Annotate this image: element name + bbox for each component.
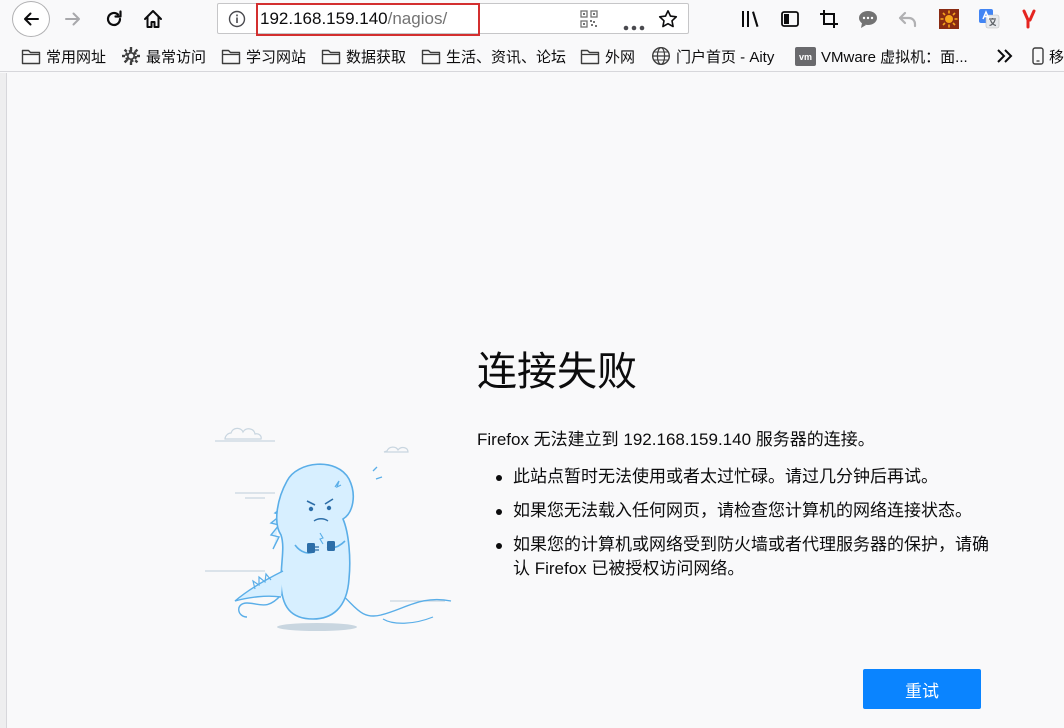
bookmark-item[interactable]: vm VMware 虚拟机：面... <box>795 45 968 67</box>
bookmark-item[interactable]: 最常访问 <box>121 45 206 67</box>
home-button[interactable] <box>136 2 170 36</box>
bookmark-label: 数据获取 <box>346 48 407 66</box>
arrow-right-icon <box>65 12 80 26</box>
arrow-left-icon <box>24 12 39 26</box>
library-button[interactable] <box>734 2 768 36</box>
reload-button[interactable] <box>97 2 131 36</box>
back-button[interactable] <box>12 1 50 37</box>
bookmark-label: 常用网址 <box>46 48 107 66</box>
bookmark-item[interactable]: 移 <box>1032 45 1064 67</box>
bookmark-label: 外网 <box>605 48 636 66</box>
screenshot-button[interactable] <box>812 2 846 36</box>
folder-icon <box>580 49 600 64</box>
crop-icon <box>820 10 838 28</box>
bookmark-label: 最常访问 <box>146 48 207 66</box>
error-title: 连接失败 <box>477 350 637 394</box>
bookmark-label: 学习网站 <box>246 48 307 66</box>
chat-bubble-icon <box>859 11 877 28</box>
bookmark-item[interactable]: 外网 <box>580 45 635 67</box>
gear-icon <box>122 47 140 65</box>
list-item: 此站点暂时无法使用或者太过忙碌。请过几分钟后再试。 <box>496 465 996 489</box>
info-icon[interactable] <box>228 10 246 32</box>
bookmark-label: 移 <box>1049 48 1064 66</box>
bookmark-star-icon[interactable] <box>658 9 678 33</box>
error-suggestions-list: 此站点暂时无法使用或者太过忙碌。请过几分钟后再试。 如果您无法载入任何网页，请检… <box>496 465 996 591</box>
sidebar-icon <box>781 11 799 27</box>
folder-icon <box>21 49 41 64</box>
svg-text:vm: vm <box>799 52 812 62</box>
sun-extension-icon <box>939 9 959 29</box>
home-icon <box>144 10 162 28</box>
translate-button[interactable] <box>972 2 1006 36</box>
undo-close-button[interactable] <box>891 2 925 36</box>
bookmark-item[interactable]: 数据获取 <box>321 45 406 67</box>
yandex-button[interactable] <box>1012 2 1046 36</box>
folder-icon <box>221 49 241 64</box>
bookmark-label: 生活、资讯、论坛 <box>446 48 567 66</box>
forward-button[interactable] <box>56 2 90 36</box>
retry-button[interactable]: 重试 <box>863 669 981 709</box>
url-text[interactable]: 192.168.159.140/nagios/ <box>260 9 447 29</box>
error-page: 连接失败 Firefox 无法建立到 192.168.159.140 服务器的连… <box>6 73 1064 728</box>
nav-toolbar: 192.168.159.140/nagios/ <box>0 0 1064 38</box>
browser-window: 192.168.159.140/nagios/ 常用网址 最常访问 学习网站 数… <box>0 0 1064 728</box>
vm-icon: vm <box>795 46 816 66</box>
undo-icon <box>898 11 917 28</box>
url-host: 192.168.159.140 <box>260 9 388 28</box>
bookmark-label: VMware 虚拟机：面... <box>821 48 968 66</box>
url-bar[interactable]: 192.168.159.140/nagios/ <box>217 3 689 36</box>
library-icon <box>742 11 759 27</box>
bookmark-label: 门户首页 - Aity <box>676 48 775 66</box>
list-item: 如果您的计算机或网络受到防火墙或者代理服务器的保护，请确认 Firefox 已被… <box>496 533 996 581</box>
url-path: /nagios/ <box>387 9 448 28</box>
y-extension-icon <box>1022 9 1036 29</box>
globe-icon <box>651 46 671 66</box>
mobile-icon <box>1032 47 1044 65</box>
folder-icon <box>321 49 341 64</box>
folder-icon <box>421 49 441 64</box>
bookmark-item[interactable]: 门户首页 - Aity <box>651 45 774 67</box>
bookmark-item[interactable]: 生活、资讯、论坛 <box>421 45 566 67</box>
error-description: Firefox 无法建立到 192.168.159.140 服务器的连接。 <box>477 430 875 449</box>
double-chevron-right-icon <box>997 49 1013 63</box>
page-actions-icon[interactable] <box>623 16 645 35</box>
bookmark-item[interactable]: 常用网址 <box>21 45 106 67</box>
chat-button[interactable] <box>851 2 885 36</box>
dinosaur-unplugged-illustration <box>205 427 452 631</box>
bookmark-item[interactable]: 学习网站 <box>221 45 306 67</box>
bookmarks-overflow-button[interactable] <box>996 45 1014 67</box>
list-item: 如果您无法载入任何网页，请检查您计算机的网络连接状态。 <box>496 499 996 523</box>
qr-code-icon[interactable] <box>580 10 598 32</box>
reload-icon <box>106 10 122 27</box>
bookmarks-bar: 常用网址 最常访问 学习网站 数据获取 生活、资讯、论坛 外网 门户首页 - A… <box>0 38 1064 72</box>
sidebar-button[interactable] <box>773 2 807 36</box>
extension-sun-button[interactable] <box>932 2 966 36</box>
translate-icon <box>979 9 1000 29</box>
